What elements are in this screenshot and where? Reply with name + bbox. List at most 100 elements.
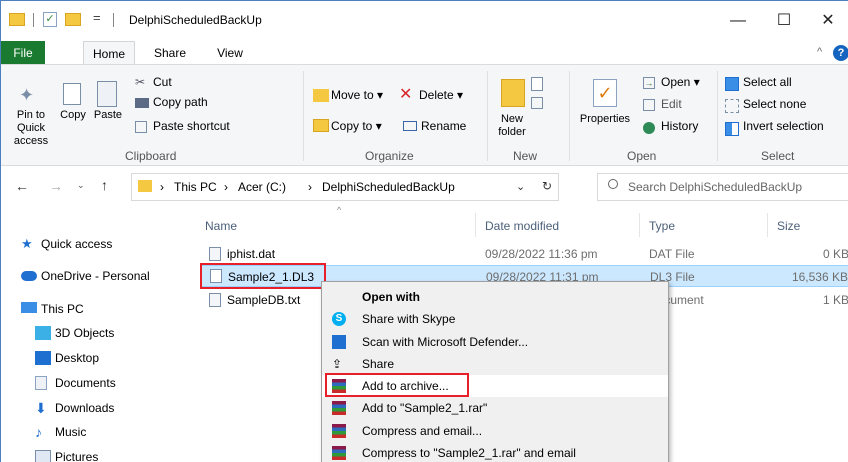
collapse-ribbon-icon[interactable]: ^ — [817, 46, 822, 58]
select-none-button[interactable]: Select none — [743, 97, 806, 111]
search-icon — [608, 179, 618, 189]
copy-path-button[interactable]: Copy path — [153, 95, 208, 109]
cut-button[interactable]: Cut — [153, 75, 172, 89]
tab-share[interactable]: Share — [145, 41, 195, 65]
nav-label: Downloads — [55, 401, 115, 415]
properties-icon: ✓ — [593, 79, 617, 107]
paste-button[interactable]: Paste — [93, 109, 123, 122]
edit-button[interactable]: Edit — [661, 97, 682, 111]
address-history-dropdown-icon[interactable]: ⌄ — [516, 180, 525, 193]
open-group-label: Open — [627, 149, 657, 163]
paste-shortcut-button[interactable]: Paste shortcut — [153, 119, 230, 133]
breadcrumb-folder[interactable]: DelphiScheduledBackUp — [322, 180, 455, 194]
table-row[interactable]: iphist.dat 09/28/2022 11:36 pm DAT File … — [201, 243, 848, 265]
breadcrumb-drive[interactable]: Acer (C:) — [238, 180, 286, 194]
ribbon: ✦ Pin to Quick access Copy Paste ✂ Cut C… — [1, 64, 848, 166]
menu-label: Add to "Sample2_1.rar" — [362, 401, 488, 415]
menu-compress-email[interactable]: Compress and email... — [322, 420, 668, 442]
picture-icon — [35, 450, 51, 462]
column-header-date[interactable]: Date modified — [485, 219, 559, 233]
new-item-icon — [531, 77, 543, 91]
breadcrumb-this-pc[interactable]: This PC — [174, 180, 217, 194]
rename-button[interactable]: Rename — [421, 119, 466, 133]
column-header-name[interactable]: Name — [205, 219, 237, 233]
folder-icon — [9, 13, 25, 26]
menu-label: Share — [362, 357, 395, 371]
file-icon — [209, 293, 221, 307]
breadcrumb-separator-icon: › — [160, 180, 164, 194]
column-header-type[interactable]: Type — [649, 219, 675, 233]
menu-share-skype[interactable]: S Share with Skype — [322, 308, 668, 330]
menu-label: Share with Skype — [362, 312, 456, 326]
ribbon-tabs: File Home Share View ^ ? — [1, 41, 848, 65]
window-title: DelphiScheduledBackUp — [129, 13, 262, 27]
context-menu: Open with S Share with Skype Scan with M… — [321, 281, 669, 462]
up-icon[interactable]: ↑ — [101, 177, 108, 193]
copy-to-button[interactable]: Copy to ▾ — [331, 119, 382, 133]
history-button[interactable]: History — [661, 119, 698, 133]
select-all-button[interactable]: Select all — [743, 75, 792, 89]
defender-shield-icon — [332, 335, 346, 349]
nav-label: Pictures — [55, 450, 99, 462]
minimize-button[interactable]: — — [715, 1, 761, 41]
copy-icon — [63, 83, 81, 105]
file-size: 1 KB — [822, 293, 848, 307]
history-icon — [643, 122, 655, 134]
file-date: 09/28/2022 11:36 pm — [485, 247, 598, 261]
menu-scan-defender[interactable]: Scan with Microsoft Defender... — [322, 331, 668, 353]
breadcrumb-separator-icon: › — [224, 180, 228, 194]
divider — [569, 71, 570, 161]
search-placeholder: Search DelphiScheduledBackUp — [628, 180, 803, 194]
menu-open-with[interactable]: Open with — [322, 286, 668, 308]
rename-icon — [403, 121, 417, 131]
menu-share[interactable]: ⇪ Share — [322, 353, 668, 375]
clipboard-group-label: Clipboard — [125, 149, 177, 163]
sort-indicator-icon: ^ — [337, 205, 342, 215]
forward-icon[interactable]: → — [49, 178, 63, 194]
back-icon[interactable]: ← — [15, 178, 29, 194]
new-folder-icon[interactable] — [65, 13, 81, 26]
document-icon — [35, 376, 47, 390]
delete-button[interactable]: Delete ▾ — [419, 88, 463, 102]
move-to-button[interactable]: Move to ▾ — [331, 88, 383, 102]
highlight-box — [325, 373, 469, 397]
menu-compress-rar-email[interactable]: Compress to "Sample2_1.rar" and email — [322, 442, 668, 462]
cut-icon: ✂ — [135, 75, 146, 89]
address-bar[interactable]: › This PC › Acer (C:) › DelphiScheduledB… — [131, 173, 559, 201]
maximize-button[interactable]: ☐ — [761, 1, 807, 41]
column-header-size[interactable]: Size — [777, 219, 800, 233]
open-icon: → — [643, 77, 655, 89]
menu-add-to-rar[interactable]: Add to "Sample2_1.rar" — [322, 397, 668, 419]
paste-shortcut-icon — [135, 121, 147, 133]
properties-check-icon[interactable]: ✓ — [43, 12, 57, 27]
music-icon: ♪ — [35, 424, 42, 440]
edit-icon — [643, 99, 655, 111]
quick-access-dropdown-icon[interactable]: = — [93, 10, 101, 25]
pin-to-quick-access-button[interactable]: Pin to Quick access — [3, 109, 59, 148]
close-button[interactable]: ✕ — [807, 1, 848, 41]
refresh-icon[interactable]: ↻ — [542, 179, 552, 193]
properties-button[interactable]: Properties — [575, 113, 635, 126]
menu-label: Open with — [362, 290, 420, 304]
breadcrumb-separator-icon: › — [308, 180, 312, 194]
nav-label: Quick access — [41, 237, 113, 251]
open-button[interactable]: Open ▾ — [661, 75, 700, 89]
search-box[interactable]: Search DelphiScheduledBackUp — [597, 173, 848, 201]
nav-label: 3D Objects — [55, 326, 115, 340]
download-icon: ⬇ — [35, 400, 47, 416]
tab-home[interactable]: Home — [83, 41, 135, 65]
copy-button[interactable]: Copy — [59, 109, 87, 122]
divider — [767, 213, 768, 237]
organize-group-label: Organize — [365, 149, 414, 163]
computer-icon — [21, 302, 37, 313]
invert-selection-button[interactable]: Invert selection — [743, 119, 824, 133]
help-icon[interactable]: ? — [833, 45, 848, 61]
select-none-icon — [725, 99, 739, 113]
recent-locations-icon[interactable]: ⌄ — [77, 180, 85, 191]
copy-to-icon — [313, 119, 329, 132]
tab-file[interactable]: File — [1, 41, 45, 65]
tab-view[interactable]: View — [207, 41, 253, 65]
explorer-window: ✓ = DelphiScheduledBackUp — ☐ ✕ File Hom… — [0, 0, 848, 462]
delete-icon: ✕ — [399, 86, 413, 103]
new-folder-button[interactable]: New folder — [493, 113, 531, 139]
